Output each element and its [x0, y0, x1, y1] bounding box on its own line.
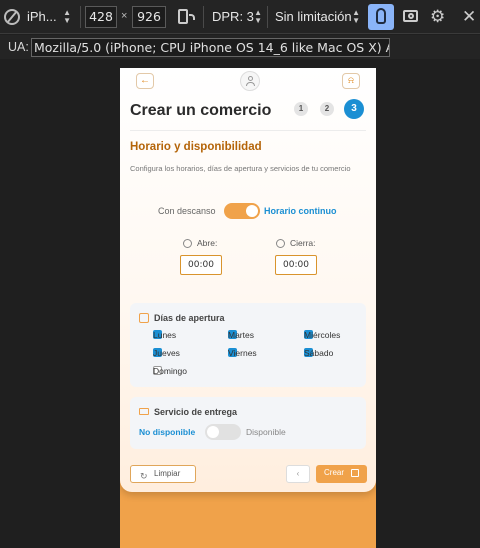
cube-icon	[351, 469, 359, 477]
days-panel: Días de apertura Lunes Martes Miércoles …	[130, 303, 366, 387]
device-select-value: iPh...	[27, 9, 57, 24]
delivery-toggle-left-label: No disponible	[139, 427, 196, 437]
devtools-toolbar: iPh... ▲ ▼ 428 × 926 DPR: 3 ▲ ▼ Sin limitaci…	[0, 0, 480, 34]
device-select[interactable]: iPh... ▲ ▼	[27, 9, 71, 25]
day-label: Lunes	[153, 330, 177, 340]
notification-button[interactable]: ⍾	[342, 73, 360, 89]
days-title: Días de apertura	[154, 313, 225, 323]
width-input[interactable]: 428	[85, 6, 117, 28]
delivery-toggle[interactable]	[205, 424, 241, 440]
divider	[267, 6, 268, 28]
step-3: 3	[344, 99, 364, 119]
ua-label: UA:	[8, 40, 29, 54]
open-time-input[interactable]: 00:00	[180, 255, 222, 275]
user-agent-bar: UA: Mozilla/5.0 (iPhone; CPU iPhone OS 1…	[0, 35, 480, 59]
clock-icon	[183, 239, 192, 248]
times-sign: ×	[121, 10, 128, 22]
delivery-title: Servicio de entrega	[154, 407, 238, 417]
height-input[interactable]: 926	[132, 6, 166, 28]
dpr-select[interactable]: DPR: 3 ▲ ▼	[212, 9, 262, 25]
screenshot-icon[interactable]	[403, 10, 418, 22]
create-button-label: Crear	[324, 468, 345, 477]
refresh-icon: ↻	[140, 472, 148, 482]
toggle-knob	[207, 426, 219, 438]
previous-button[interactable]: ‹	[286, 465, 310, 483]
section-title: Horario y disponibilidad	[130, 141, 262, 153]
avatar	[240, 71, 260, 91]
back-button[interactable]: ←	[136, 73, 154, 89]
dpr-select-value: DPR: 3	[212, 9, 254, 24]
rotate-icon[interactable]	[178, 9, 195, 24]
schedule-toggle[interactable]	[224, 203, 260, 219]
calendar-icon	[139, 313, 149, 323]
schedule-toggle-right-label: Horario continuo	[264, 206, 337, 216]
clear-button-label: Limpiar	[154, 469, 181, 478]
close-icon[interactable]: ✕	[462, 7, 476, 27]
section-description: Configura los horarios, días de apertura…	[130, 164, 351, 173]
divider	[130, 130, 366, 131]
clear-button[interactable]: ↻ Limpiar	[130, 465, 196, 483]
step-1: 1	[294, 102, 308, 116]
close-label: Cierra:	[290, 238, 316, 248]
form-card: ← ⍾ Crear un comercio 1 2 3 Horario y di…	[120, 68, 376, 492]
device-icon[interactable]	[4, 9, 20, 25]
schedule-toggle-left-label: Con descanso	[158, 206, 216, 216]
create-button[interactable]: Crear	[316, 465, 367, 483]
user-icon	[248, 76, 253, 81]
throttle-select[interactable]: Sin limitación ▲ ▼	[275, 9, 360, 25]
day-label: Domingo	[153, 366, 188, 376]
phone-viewport: ← ⍾ Crear un comercio 1 2 3 Horario y di…	[120, 68, 376, 548]
arrow-left-icon: ←	[140, 75, 150, 86]
hand-pointer-icon	[376, 8, 386, 24]
gear-icon[interactable]: ⚙	[430, 7, 445, 27]
ua-input[interactable]: Mozilla/5.0 (iPhone; CPU iPhone OS 14_6 …	[31, 38, 390, 57]
chevron-left-icon: ‹	[296, 469, 300, 478]
clock-icon	[276, 239, 285, 248]
day-label: Jueves	[153, 348, 180, 358]
day-label: Viernes	[228, 348, 257, 358]
step-2: 2	[320, 102, 334, 116]
delivery-toggle-right-label: Disponible	[246, 427, 286, 437]
bell-icon: ⍾	[348, 76, 354, 86]
delivery-panel: Servicio de entrega No disponible Dispon…	[130, 397, 366, 449]
day-label: Martes	[228, 330, 254, 340]
day-label: Sábado	[304, 348, 334, 358]
throttle-select-value: Sin limitación	[275, 9, 352, 24]
page-title: Crear un comercio	[130, 102, 272, 119]
divider	[80, 6, 81, 28]
day-label: Miércoles	[304, 330, 341, 340]
toggle-knob	[246, 205, 258, 217]
open-label: Abre:	[197, 238, 218, 248]
close-time-input[interactable]: 00:00	[275, 255, 317, 275]
touch-toggle[interactable]	[368, 4, 394, 30]
truck-icon	[139, 408, 149, 415]
divider	[203, 6, 204, 28]
